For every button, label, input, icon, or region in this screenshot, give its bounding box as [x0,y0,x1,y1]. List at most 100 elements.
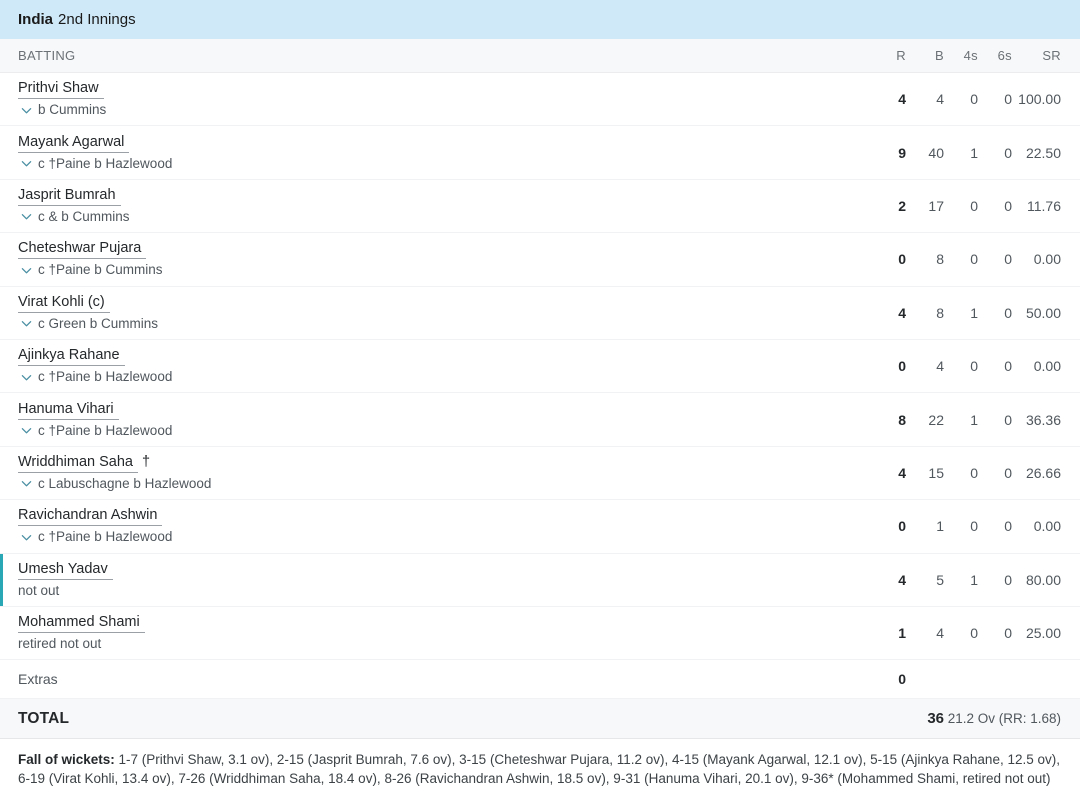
batsman-strike-rate: 25.00 [1025,625,1061,642]
batsman-name-link[interactable]: Virat Kohli (c) [18,294,110,313]
batsman-strike-rate: 26.66 [1025,464,1061,481]
dismissal-text: c & b Cummins [38,208,130,224]
batsman-cell: Hanuma Vihari c †Paine b Hazlewood [0,401,860,439]
batsman-name-link[interactable]: Wriddhiman Saha [18,454,138,473]
batsman-sixes: 0 [1004,411,1012,428]
batsman-fours: 1 [970,571,978,588]
batsman-balls: 4 [936,625,944,642]
batsman-sixes: 0 [1004,625,1012,642]
batsman-strike-rate: 36.36 [1025,411,1061,428]
table-row[interactable]: Mayank Agarwal c †Paine b Hazlewood 9 40 1 0 2… [0,126,1080,180]
column-header-runs: R [896,48,906,63]
fall-of-wickets-text: 1-7 (Prithvi Shaw, 3.1 ov), 2-15 (Jaspri… [18,752,1060,786]
extras-label: Extras [18,671,58,688]
batsman-strike-rate: 22.50 [1025,144,1061,161]
column-header-balls: B [935,48,944,63]
batsman-sixes: 0 [1004,518,1012,535]
dismissal-text: retired not out [18,636,102,652]
batsman-name-link[interactable]: Umesh Yadav [18,561,113,580]
total-label: TOTAL [18,709,70,727]
batsman-balls: 1 [936,518,944,535]
batsman-cell: Prithvi Shaw b Cummins [0,80,860,118]
chevron-down-icon[interactable] [21,478,32,489]
table-row[interactable]: Wriddhiman Saha † c Labuschagne b Hazlewoo… [0,446,1080,501]
batsman-name-link[interactable]: Cheteshwar Pujara [18,240,147,260]
batsman-balls: 22 [928,411,944,428]
batsman-runs: 4 [898,304,906,321]
batsman-cell: Jasprit Bumrah c & b Cummins [0,187,860,225]
dismissal-info: c †Paine b Hazlewood [18,529,860,545]
batsman-strike-rate: 80.00 [1025,571,1061,588]
innings-header: India 2nd Innings [0,0,1080,39]
table-row[interactable]: Ajinkya Rahane c †Paine b Hazlewood 0 4 0 0 0.… [0,339,1080,394]
dismissal-info: not out [18,583,860,599]
batsman-balls: 4 [936,91,944,108]
column-header-fours: 4s [963,48,978,63]
dismissal-text: c Green b Cummins [38,315,159,331]
table-row[interactable]: Hanuma Vihari c †Paine b Hazlewood 8 22 1 0 36… [0,393,1080,447]
batsman-runs: 9 [898,144,906,161]
batsman-name-link[interactable]: Ravichandran Ashwin [18,507,163,527]
extras-row: Extras 0 [0,660,1080,700]
batsman-runs: 0 [898,518,906,535]
dismissal-text: c †Paine b Cummins [38,262,163,278]
chevron-down-icon[interactable] [21,265,32,276]
batsman-fours: 0 [970,197,978,214]
dismissal-info: c †Paine b Hazlewood [18,369,860,385]
chevron-down-icon[interactable] [21,318,32,329]
table-row[interactable]: Prithvi Shaw b Cummins 4 4 0 0 100.00 [0,73,1080,127]
table-column-header: BATTING R B 4s 6s SR [0,39,1080,73]
batsman-name-wrap: Hanuma Vihari [18,401,860,420]
table-row[interactable]: Cheteshwar Pujara c †Paine b Cummins 0 8 0 0 0… [0,233,1080,287]
table-row[interactable]: Jasprit Bumrah c & b Cummins 2 17 0 0 11.76 [0,179,1080,234]
batsman-fours: 1 [970,304,978,321]
chevron-down-icon[interactable] [21,158,32,169]
batsman-name-link[interactable]: Prithvi Shaw [18,80,104,100]
total-row: TOTAL 36 21.2 Ov (RR: 1.68) [0,699,1080,740]
column-header-batting: BATTING [18,48,76,63]
batsman-name-wrap: Ajinkya Rahane [18,347,860,367]
batsman-name-link[interactable]: Jasprit Bumrah [18,187,121,206]
table-row[interactable]: Umesh Yadav not out 4 5 1 0 80.00 [0,553,1080,607]
table-row[interactable]: Virat Kohli (c) c Green b Cummins 4 8 1 0 50.0… [0,286,1080,340]
chevron-down-icon[interactable] [21,532,32,543]
batsman-fours: 0 [970,625,978,642]
batsman-cell: Cheteshwar Pujara c †Paine b Cummins [0,240,860,278]
dismissal-info: b Cummins [18,102,860,118]
innings-team-name: India [18,11,54,28]
dismissal-text: b Cummins [38,102,107,118]
table-row[interactable]: Ravichandran Ashwin c †Paine b Hazlewood 0… [0,500,1080,554]
dismissal-text: c Labuschagne b Hazlewood [38,475,212,491]
column-header-strike-rate: SR [1042,48,1061,63]
batsman-name-link[interactable]: Mohammed Shami [18,614,145,634]
batsman-name-wrap: Mayank Agarwal [18,134,860,153]
dismissal-text: c †Paine b Hazlewood [38,529,173,545]
batsman-strike-rate: 50.00 [1025,304,1061,321]
batsman-fours: 0 [970,251,978,268]
batsman-name-link[interactable]: Mayank Agarwal [18,134,130,153]
total-runs: 36 [927,710,944,728]
innings-label: 2nd Innings [58,11,136,28]
wicketkeeper-dagger-icon: † [142,453,151,470]
batsman-balls: 17 [928,197,944,214]
table-row[interactable]: Mohammed Shami retired not out 1 4 0 0 25.00 [0,606,1080,661]
chevron-down-icon[interactable] [21,372,32,383]
total-overs-runrate: 21.2 Ov (RR: 1.68) [947,711,1061,727]
chevron-down-icon[interactable] [21,211,32,222]
dismissal-text: not out [18,582,60,598]
dismissal-info: c & b Cummins [18,209,860,225]
batsman-name-link[interactable]: Hanuma Vihari [18,401,119,420]
fall-of-wickets-label: Fall of wickets: [18,752,115,768]
batsman-cell: Wriddhiman Saha † c Labuschagne b Hazlewoo… [0,454,860,492]
batsman-balls: 5 [936,571,944,588]
batsman-cell: Mayank Agarwal c †Paine b Hazlewood [0,134,860,172]
batsman-name-link[interactable]: Ajinkya Rahane [18,347,125,367]
batsman-fours: 1 [970,411,978,428]
batsman-balls: 40 [928,144,944,161]
chevron-down-icon[interactable] [21,425,32,436]
batsman-runs: 4 [898,464,906,481]
chevron-down-icon[interactable] [21,105,32,116]
batsman-sixes: 0 [1004,251,1012,268]
batsman-balls: 4 [936,358,944,375]
batting-rows-container: Prithvi Shaw b Cummins 4 4 0 0 100.00 Mayank Ag… [0,73,1080,661]
